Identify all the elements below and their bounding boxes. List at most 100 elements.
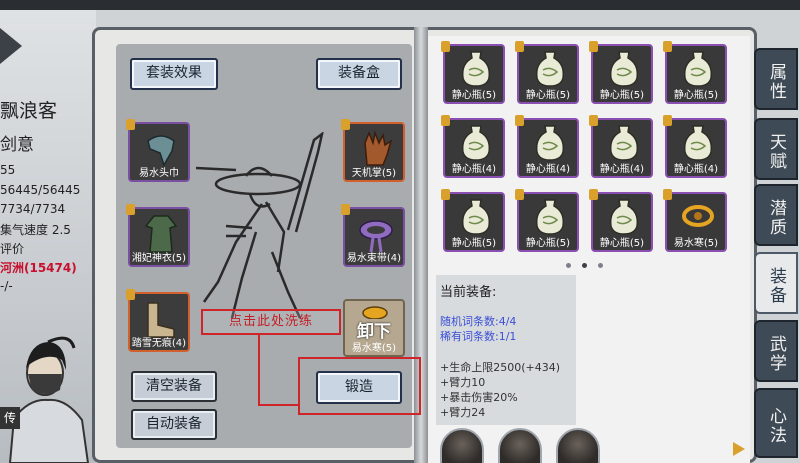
slot-label: 踏雪无痕(4)	[131, 338, 187, 349]
amulet-icon	[682, 205, 714, 227]
bag-item[interactable]: 易水寒(5)	[663, 189, 727, 252]
robe-icon	[144, 215, 178, 253]
lock-icon	[441, 41, 450, 52]
lock-icon	[441, 115, 450, 126]
bag-item[interactable]: 静心瓶(5)	[589, 189, 653, 252]
lock-icon	[589, 41, 598, 52]
stat-rating: 河洲(15474)	[0, 261, 77, 275]
affix-line: +暴击伤害20%	[440, 391, 518, 404]
bottle-icon	[461, 125, 491, 161]
tab-talent[interactable]: 天赋	[754, 118, 798, 180]
page-dot	[582, 263, 587, 268]
lock-icon	[663, 41, 672, 52]
lock-icon	[663, 115, 672, 126]
bag-item[interactable]: 静心瓶(4)	[663, 115, 727, 178]
tab-martial-arts[interactable]: 武学	[754, 320, 798, 382]
unequip-button[interactable]: 卸下 易水寒(5)	[343, 299, 405, 357]
equip-slot-hands[interactable]: 天机掌(5)	[341, 119, 405, 182]
character-title: 剑意	[0, 135, 34, 155]
stat-level: 55	[0, 163, 16, 177]
set-effect-button[interactable]: 套装效果	[130, 58, 218, 90]
pass-tag[interactable]: 传	[0, 407, 20, 429]
refine-callout: 点击此处洗练	[201, 309, 341, 335]
bag-item-label: 静心瓶(5)	[599, 238, 645, 249]
bottle-icon	[683, 125, 713, 161]
bag-item-label: 静心瓶(5)	[525, 90, 571, 101]
bag-item[interactable]: 静心瓶(5)	[441, 189, 505, 252]
bag-item[interactable]: 静心瓶(5)	[589, 41, 653, 104]
back-chevron-icon[interactable]	[0, 28, 22, 64]
headband-icon	[147, 135, 175, 167]
lock-icon	[126, 119, 135, 130]
slot-label: 易水束带(4)	[346, 253, 402, 264]
stat-extra: -/-	[0, 279, 13, 293]
slot-label: 易水寒(5)	[351, 343, 397, 354]
bottle-icon	[609, 51, 639, 87]
page-indicator	[566, 262, 616, 270]
gloves-icon	[364, 130, 393, 166]
lock-icon	[126, 289, 135, 300]
bottle-icon	[535, 199, 565, 235]
equip-slot-feet[interactable]: 踏雪无痕(4)	[126, 289, 190, 352]
bottle-icon	[683, 51, 713, 87]
equip-slot-waist[interactable]: 易水束带(4)	[341, 204, 405, 267]
clear-equipment-button[interactable]: 清空装备	[131, 371, 217, 402]
character-name: 飘浪客	[0, 100, 58, 122]
page-dot	[566, 263, 571, 268]
lock-icon	[441, 189, 450, 200]
bottle-icon	[609, 125, 639, 161]
lock-icon	[515, 189, 524, 200]
lock-icon	[126, 204, 135, 215]
affix-line: +臂力24	[440, 406, 486, 419]
bag-item[interactable]: 静心瓶(5)	[441, 41, 505, 104]
bottle-icon	[535, 51, 565, 87]
callout-connector	[258, 404, 300, 406]
bag-item[interactable]: 静心瓶(5)	[515, 41, 579, 104]
bag-item-label: 静心瓶(4)	[673, 164, 719, 175]
bag-item[interactable]: 静心瓶(4)	[441, 115, 505, 178]
bag-item-label: 静心瓶(4)	[599, 164, 645, 175]
bag-item[interactable]: 静心瓶(4)	[589, 115, 653, 178]
bag-item[interactable]: 静心瓶(5)	[663, 41, 727, 104]
bottle-icon	[609, 199, 639, 235]
stat-mp: 7734/7734	[0, 202, 66, 216]
lock-icon	[589, 189, 598, 200]
bag-item-label: 静心瓶(4)	[451, 164, 497, 175]
bag-item-label: 静心瓶(4)	[525, 164, 571, 175]
hero-sketch	[196, 132, 324, 319]
stat-hp: 56445/56445	[0, 183, 81, 197]
stat-rating-label: 评价	[0, 242, 25, 256]
tab-mind-method[interactable]: 心法	[754, 388, 798, 458]
page-dot	[598, 263, 603, 268]
bag-item-label: 静心瓶(5)	[451, 90, 497, 101]
slot-label: 天机掌(5)	[351, 168, 397, 179]
tab-potential[interactable]: 潜质	[754, 184, 798, 246]
callout-connector	[258, 335, 260, 406]
equip-box-button[interactable]: 装备盒	[316, 58, 402, 90]
bag-item-label: 静心瓶(5)	[673, 90, 719, 101]
stat-charge-speed: 集气速度 2.5	[0, 223, 71, 237]
forge-highlight	[298, 357, 421, 415]
lock-icon	[589, 115, 598, 126]
tab-equipment[interactable]: 装备	[754, 252, 798, 314]
equip-slot-body[interactable]: 湘妃神衣(5)	[126, 204, 190, 267]
auto-equip-button[interactable]: 自动装备	[131, 409, 217, 440]
lock-icon	[515, 41, 524, 52]
bag-item-label: 静心瓶(5)	[525, 238, 571, 249]
affix-line: +生命上限2500(+434)	[440, 361, 561, 374]
tab-attributes[interactable]: 属性	[754, 48, 798, 110]
lock-icon	[341, 204, 350, 215]
bag-item-label: 静心瓶(5)	[451, 238, 497, 249]
bag-item[interactable]: 静心瓶(4)	[515, 115, 579, 178]
equip-slot-head[interactable]: 易水头巾	[126, 119, 190, 182]
bottle-icon	[535, 125, 565, 161]
rare-affix-count: 稀有词条数:1/1	[440, 330, 517, 343]
affix-line: +臂力10	[440, 376, 486, 389]
lock-icon	[341, 119, 350, 130]
current-equipment-title: 当前装备:	[440, 285, 497, 300]
bag-item[interactable]: 静心瓶(5)	[515, 189, 579, 252]
bag-item-label: 静心瓶(5)	[599, 90, 645, 101]
lock-icon	[515, 115, 524, 126]
character-portrait	[8, 336, 90, 463]
slot-label: 易水头巾	[139, 168, 179, 179]
